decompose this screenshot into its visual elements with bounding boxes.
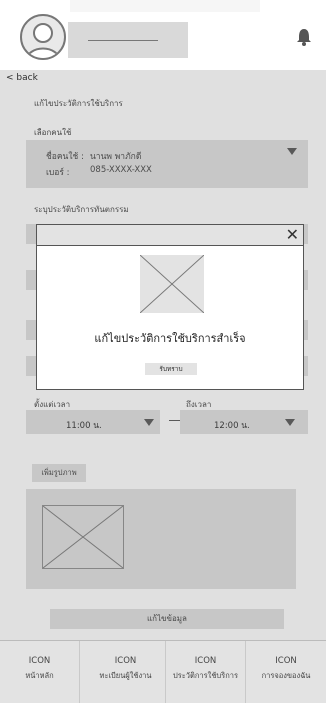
nav-icon-placeholder: ICON <box>114 656 137 666</box>
avatar[interactable] <box>20 14 66 60</box>
nav-item-service-history[interactable]: ICON ประวัติการใช้บริการ <box>166 641 246 703</box>
bell-icon[interactable] <box>296 28 312 46</box>
nav-item-home[interactable]: ICON หน้าหลัก <box>0 641 80 703</box>
modal-message: แก้ไขประวัติการใช้บริการสำเร็จ <box>94 332 246 345</box>
nav-icon-placeholder: ICON <box>194 656 217 666</box>
nav-icon-placeholder: ICON <box>28 656 51 666</box>
nav-icon-placeholder: ICON <box>275 656 297 666</box>
nav-item-my-bookings[interactable]: ICON การจองของฉัน <box>246 641 326 703</box>
close-icon[interactable]: ✕ <box>286 225 299 245</box>
watermark-logo <box>70 0 260 12</box>
success-modal: ✕ แก้ไขประวัติการใช้บริการสำเร็จ รับทราบ <box>36 224 304 390</box>
nav-label: หน้าหลัก <box>25 671 54 680</box>
image-placeholder-icon <box>140 255 204 313</box>
nav-item-user-registry[interactable]: ICON ทะเบียนผู้ใช้งาน <box>86 641 166 703</box>
bottom-navigation: ICON หน้าหลัก ICON ทะเบียนผู้ใช้งาน ICON… <box>0 640 326 703</box>
acknowledge-button[interactable]: รับทราบ <box>145 363 197 375</box>
modal-title-bar <box>37 225 303 246</box>
nav-label: ทะเบียนผู้ใช้งาน <box>99 671 152 680</box>
nav-label: การจองของฉัน <box>261 671 311 680</box>
user-name-placeholder-line <box>88 40 158 41</box>
nav-label: ประวัติการใช้บริการ <box>172 671 238 680</box>
